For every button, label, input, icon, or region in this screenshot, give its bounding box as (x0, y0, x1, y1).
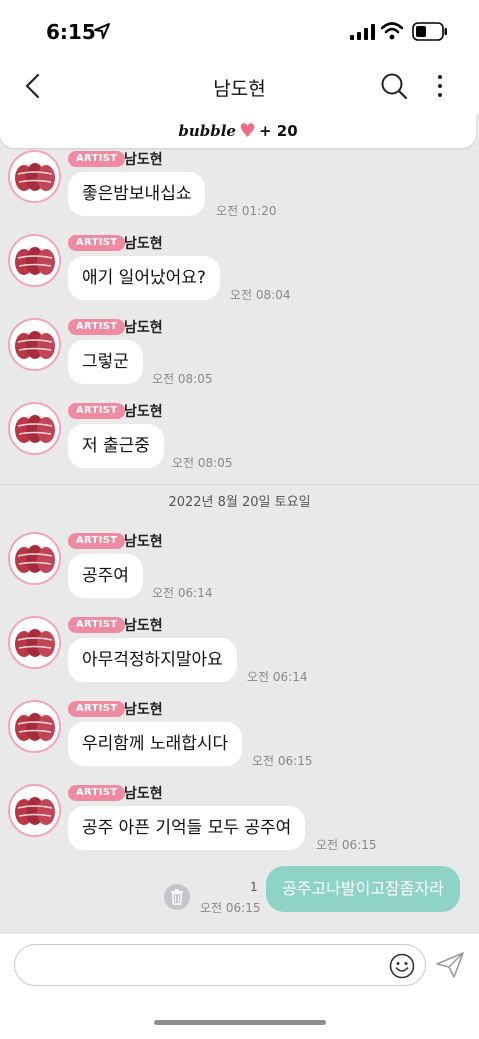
avatar[interactable] (8, 402, 61, 455)
message-bubble[interactable]: 그렇군 (68, 340, 143, 384)
send-icon[interactable] (435, 951, 465, 979)
message-time: 오전 08:05 (172, 456, 233, 470)
home-indicator (154, 1020, 326, 1025)
message-time: 오전 01:20 (216, 204, 277, 218)
wifi-icon (381, 22, 403, 40)
avatar[interactable] (8, 318, 61, 371)
message-time: 오전 08:04 (230, 288, 291, 302)
message-bubble[interactable]: 공주여 (68, 554, 143, 598)
delete-message-button[interactable] (164, 884, 190, 910)
sender-name: 남도현 (124, 786, 163, 802)
artist-badge: ARTIST (68, 235, 126, 251)
emoji-icon[interactable] (389, 953, 415, 979)
bubble-count: + 20 (259, 122, 298, 140)
battery-icon (412, 22, 447, 41)
my-message-bubble[interactable]: 공주고나발이고잠좀자라 (266, 866, 460, 912)
unread-count: 1 (250, 880, 258, 894)
bubble-counter-bar[interactable]: bubble ♥ + 20 (0, 114, 476, 148)
avatar[interactable] (8, 700, 61, 753)
avatar[interactable] (8, 150, 61, 203)
chat-header: 남도현 (0, 62, 479, 114)
message-bubble[interactable]: 저 출근중 (68, 424, 164, 468)
message-time: 오전 06:14 (247, 670, 308, 684)
artist-badge: ARTIST (68, 617, 126, 633)
message-bubble[interactable]: 좋은밤보내십쇼 (68, 172, 206, 216)
chat-area[interactable]: bubble ♥ + 20 ARTIST 남도현 좋은밤보내십쇼 오전 01:20 … (0, 114, 479, 934)
avatar[interactable] (8, 784, 61, 837)
bubble-brand: bubble (178, 122, 236, 140)
avatar[interactable] (8, 234, 61, 287)
sender-name: 남도현 (124, 404, 163, 420)
message-input-bar (0, 934, 479, 1039)
message-time: 오전 08:05 (152, 372, 213, 386)
artist-badge: ARTIST (68, 533, 126, 549)
message-time: 오전 06:14 (152, 586, 213, 600)
message-bubble[interactable]: 공주 아픈 기억들 모두 공주여 (68, 806, 306, 850)
message-bubble[interactable]: 우리함께 노래합시다 (68, 722, 243, 766)
message-time: 오전 06:15 (252, 754, 313, 768)
signal-icon (350, 24, 375, 40)
date-divider-line (0, 484, 479, 485)
message-time: 오전 06:15 (316, 838, 377, 852)
status-time: 6:15 (46, 20, 96, 44)
avatar[interactable] (8, 532, 61, 585)
artist-badge: ARTIST (68, 403, 126, 419)
avatar[interactable] (8, 616, 61, 669)
heart-icon: ♥ (238, 120, 256, 142)
message-bubble[interactable]: 애기 일어났어요? (68, 256, 220, 300)
sender-name: 남도현 (124, 618, 163, 634)
sender-name: 남도현 (124, 534, 163, 550)
artist-badge: ARTIST (68, 319, 126, 335)
status-bar: 6:15 (0, 0, 479, 62)
more-vertical-icon[interactable] (432, 72, 448, 100)
message-input[interactable] (14, 944, 426, 986)
message-bubble[interactable]: 아무걱정하지말아요 (68, 638, 237, 682)
my-message-time: 오전 06:15 (200, 901, 261, 915)
sender-name: 남도현 (124, 152, 163, 168)
artist-badge: ARTIST (68, 151, 126, 167)
artist-badge: ARTIST (68, 701, 126, 717)
artist-badge: ARTIST (68, 785, 126, 801)
sender-name: 남도현 (124, 702, 163, 718)
location-arrow-icon (94, 23, 110, 39)
sender-name: 남도현 (124, 236, 163, 252)
date-separator: 2022년 8월 20일 토요일 (168, 495, 311, 510)
trash-icon (171, 889, 183, 905)
sender-name: 남도현 (124, 320, 163, 336)
search-icon[interactable] (380, 72, 408, 100)
